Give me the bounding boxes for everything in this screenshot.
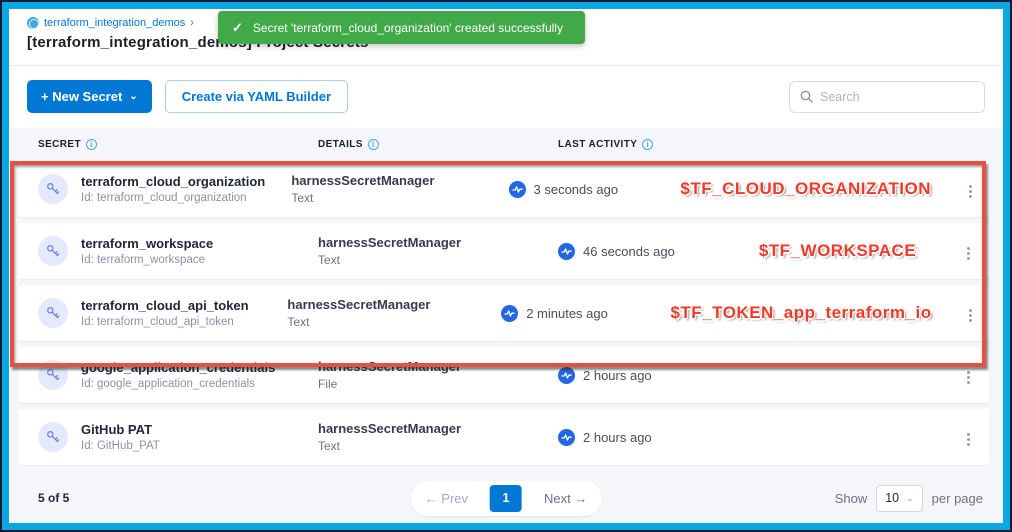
info-icon[interactable]: i [86, 139, 97, 150]
last-activity-text: 2 minutes ago [526, 306, 608, 321]
env-var-annotation: $TF_CLOUD_ORGANIZATION [680, 179, 951, 199]
breadcrumb-chevron-icon: › [190, 17, 194, 29]
yaml-builder-button[interactable]: Create via YAML Builder [165, 80, 348, 113]
secret-name[interactable]: google_application_credentials [81, 360, 275, 375]
row-menu-button[interactable] [952, 305, 989, 322]
info-icon[interactable]: i [642, 139, 653, 150]
key-icon [38, 422, 68, 452]
secret-manager: harnessSecretManager [318, 421, 558, 436]
row-menu-button[interactable] [947, 429, 989, 446]
per-page-suffix: per page [932, 491, 983, 506]
secret-name[interactable]: terraform_cloud_api_token [81, 298, 249, 313]
show-label: Show [835, 491, 868, 506]
secret-type: Text [287, 315, 501, 329]
secret-manager: harnessSecretManager [291, 173, 508, 188]
toolbar: + New Secret ⌄ Create via YAML Builder [9, 66, 1003, 125]
secret-type: Text [318, 439, 558, 453]
secret-type: Text [318, 253, 558, 267]
toast-message: Secret 'terraform_cloud_organization' cr… [253, 21, 563, 35]
row-menu-button[interactable] [951, 181, 989, 198]
activity-icon [558, 243, 575, 260]
success-toast: ✓ Secret 'terraform_cloud_organization' … [218, 11, 585, 44]
column-header-details[interactable]: DETAILS [318, 139, 363, 150]
activity-icon [509, 181, 526, 198]
search-input[interactable] [820, 90, 974, 104]
last-activity-text: 46 seconds ago [583, 244, 675, 259]
table-row[interactable]: google_application_credentials Id: googl… [18, 347, 989, 403]
secret-manager: harnessSecretManager [287, 297, 501, 312]
env-var-annotation: $TF_WORKSPACE [748, 241, 947, 261]
next-page-button[interactable]: Next → [536, 491, 595, 506]
key-icon [38, 298, 68, 328]
secret-name[interactable]: terraform_workspace [81, 236, 213, 251]
chevron-down-icon: ⌄ [906, 493, 914, 504]
check-icon: ✓ [232, 20, 243, 36]
secret-type: File [318, 377, 558, 391]
breadcrumb-project-link[interactable]: terraform_integration_demos [44, 17, 185, 29]
activity-icon [501, 305, 518, 322]
secret-id: Id: google_application_credentials [81, 378, 275, 390]
last-activity-text: 2 hours ago [583, 430, 652, 445]
secret-name[interactable]: terraform_cloud_organization [81, 174, 265, 189]
row-menu-button[interactable] [947, 243, 989, 260]
per-page-value: 10 [885, 491, 899, 505]
table-header: SECRET i DETAILS i LAST ACTIVITY i [9, 128, 1003, 161]
secret-id: Id: terraform_cloud_api_token [81, 316, 249, 328]
project-icon [27, 17, 39, 29]
table-row[interactable]: terraform_cloud_organization Id: terrafo… [18, 161, 989, 217]
table-row[interactable]: terraform_workspace Id: terraform_worksp… [18, 223, 989, 279]
chevron-down-icon: ⌄ [129, 94, 137, 100]
screenshot-frame: ✓ Secret 'terraform_cloud_organization' … [0, 0, 1012, 532]
secret-type: Text [291, 191, 508, 205]
app-window: ✓ Secret 'terraform_cloud_organization' … [2, 2, 1010, 530]
secret-id: Id: GitHub_PAT [81, 440, 160, 452]
row-menu-button[interactable] [947, 367, 989, 384]
new-secret-button[interactable]: + New Secret ⌄ [27, 80, 152, 113]
pagination: ← Prev 1 Next → [411, 481, 602, 516]
secret-name[interactable]: GitHub PAT [81, 422, 160, 437]
search-icon [800, 90, 813, 103]
env-var-annotation: $TF_TOKEN_app_terraform_io [670, 303, 951, 323]
secret-manager: harnessSecretManager [318, 359, 558, 374]
key-icon [38, 236, 68, 266]
info-icon[interactable]: i [368, 139, 379, 150]
secret-id: Id: terraform_workspace [81, 254, 213, 266]
key-icon [38, 174, 68, 204]
secrets-table: SECRET i DETAILS i LAST ACTIVITY i [9, 128, 1003, 523]
per-page-select[interactable]: 10 ⌄ [876, 485, 922, 512]
last-activity-text: 2 hours ago [583, 368, 652, 383]
new-secret-label: + New Secret [41, 89, 122, 104]
table-row[interactable]: GitHub PAT Id: GitHub_PAT harnessSecretM… [18, 409, 989, 465]
row-count: 5 of 5 [38, 491, 238, 505]
table-row[interactable]: terraform_cloud_api_token Id: terraform_… [18, 285, 989, 341]
per-page-control: Show 10 ⌄ per page [835, 485, 983, 512]
last-activity-text: 3 seconds ago [534, 182, 619, 197]
table-footer: 5 of 5 ← Prev 1 Next → Show 10 ⌄ per pag… [9, 479, 1003, 523]
secret-id: Id: terraform_cloud_organization [81, 192, 265, 204]
activity-icon [558, 367, 575, 384]
search-box[interactable] [789, 81, 985, 113]
prev-page-button[interactable]: ← Prev [417, 491, 476, 506]
key-icon [38, 360, 68, 390]
secret-manager: harnessSecretManager [318, 235, 558, 250]
current-page-button[interactable]: 1 [490, 485, 522, 512]
column-header-last-activity[interactable]: LAST ACTIVITY [558, 139, 637, 150]
activity-icon [558, 429, 575, 446]
column-header-secret[interactable]: SECRET [38, 139, 81, 150]
table-body: terraform_cloud_organization Id: terrafo… [9, 161, 1003, 465]
